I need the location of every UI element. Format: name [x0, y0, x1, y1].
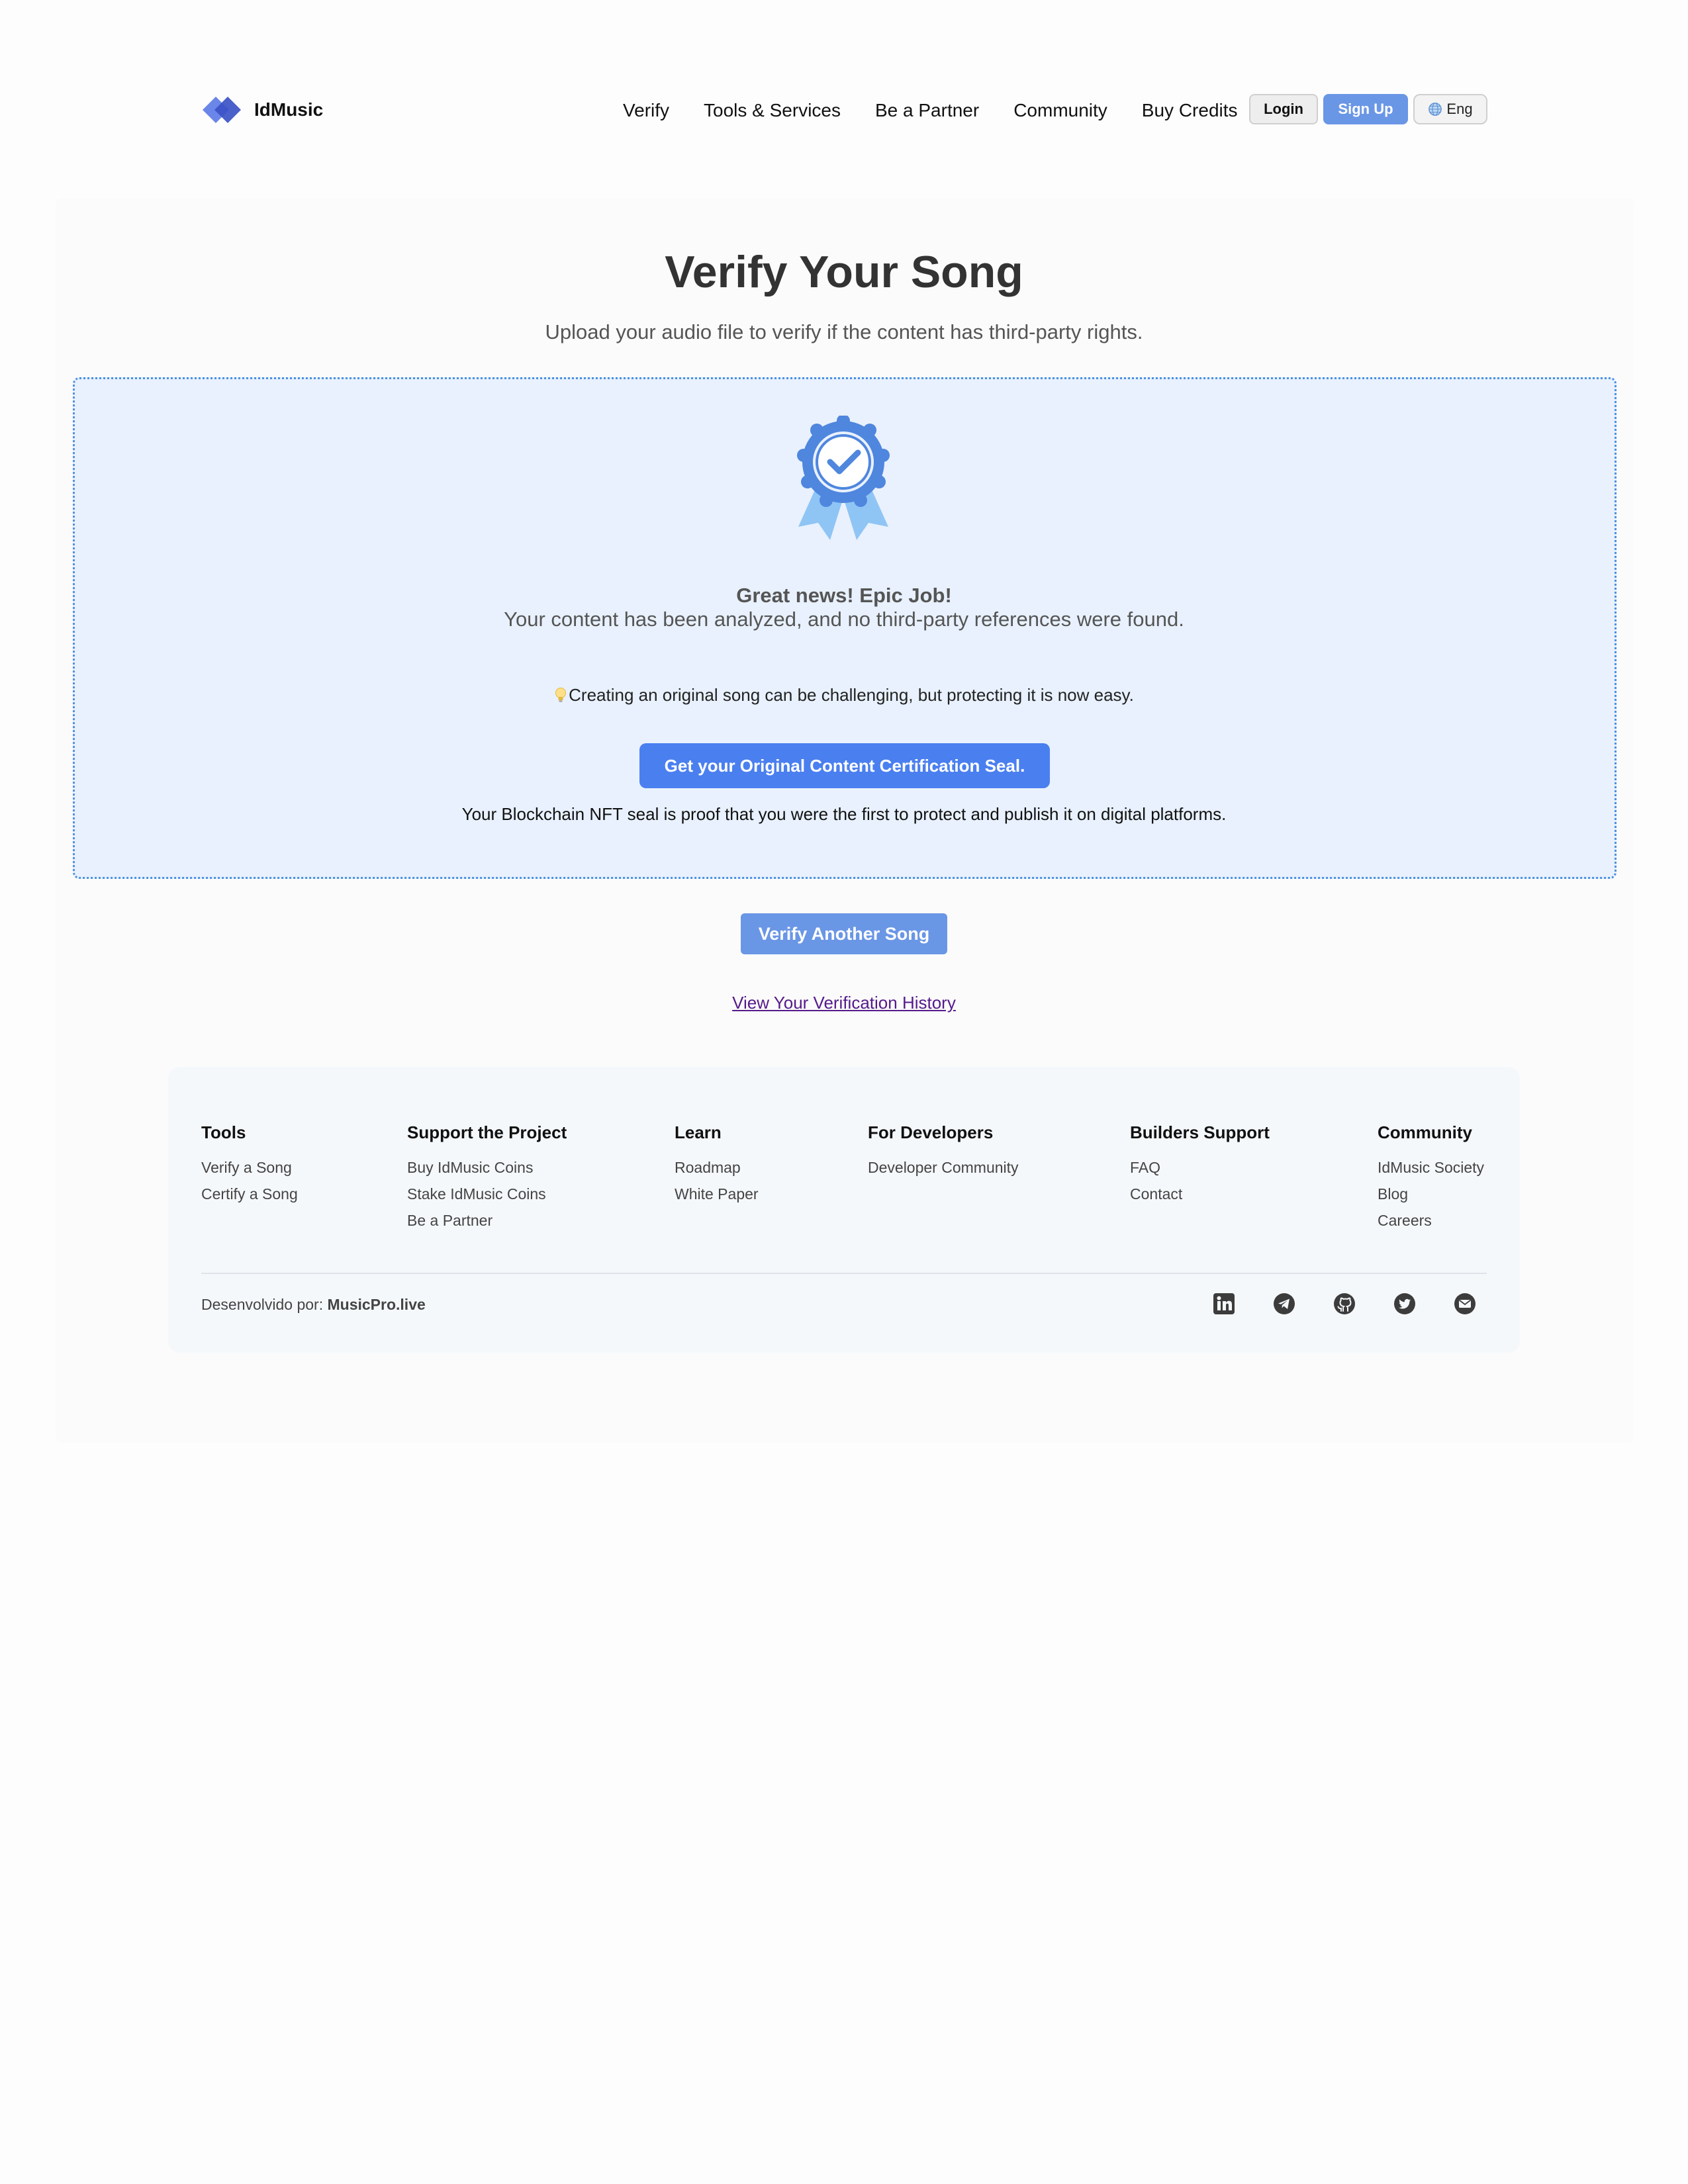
footer-link-contact[interactable]: Contact [1130, 1184, 1270, 1210]
brand-logo[interactable]: IdMusic [201, 93, 323, 127]
logo-icon [203, 97, 241, 123]
footer-column-learn: Learn Roadmap White Paper [675, 1122, 759, 1210]
credits-prefix: Desenvolvido por: [201, 1296, 324, 1313]
verify-another-song-button[interactable]: Verify Another Song [741, 913, 947, 954]
nft-seal-note: Your Blockchain NFT seal is proof that y… [461, 804, 1227, 824]
language-selector[interactable]: Eng [1413, 94, 1487, 124]
footer-column-developers: For Developers Developer Community [868, 1122, 1019, 1184]
tip-text: Creating an original song can be challen… [569, 685, 1134, 705]
result-message: Your content has been analyzed, and no t… [504, 608, 1184, 631]
footer-link-buy-coins[interactable]: Buy IdMusic Coins [407, 1158, 567, 1184]
email-icon[interactable] [1453, 1292, 1477, 1316]
footer-link-faq[interactable]: FAQ [1130, 1158, 1270, 1184]
signup-button[interactable]: Sign Up [1323, 94, 1408, 124]
footer-link-stake-coins[interactable]: Stake IdMusic Coins [407, 1184, 567, 1210]
globe-icon [1429, 103, 1442, 116]
footer-link-certify-a-song[interactable]: Certify a Song [201, 1184, 298, 1210]
page-title: Verify Your Song [665, 247, 1023, 297]
footer-link-verify-a-song[interactable]: Verify a Song [201, 1158, 298, 1184]
award-badge-icon [797, 416, 890, 540]
footer-column-community: Community IdMusic Society Blog Careers [1378, 1122, 1484, 1237]
footer-column-title: Tools [201, 1122, 246, 1142]
linkedin-icon[interactable] [1212, 1292, 1236, 1316]
twitter-icon[interactable] [1393, 1292, 1417, 1316]
lightbulb-icon [555, 687, 567, 702]
footer-divider [201, 1273, 1487, 1274]
footer-link-white-paper[interactable]: White Paper [675, 1184, 759, 1210]
credits-brand-link[interactable]: MusicPro.live [328, 1296, 426, 1313]
footer-link-roadmap[interactable]: Roadmap [675, 1158, 759, 1184]
footer-column-title: Builders Support [1130, 1122, 1270, 1142]
footer-column-builders-support: Builders Support FAQ Contact [1130, 1122, 1270, 1210]
auth-controls: Login Sign Up Eng [1249, 94, 1487, 124]
footer-link-be-a-partner[interactable]: Be a Partner [407, 1210, 567, 1237]
footer-link-blog[interactable]: Blog [1378, 1184, 1484, 1210]
telegram-icon[interactable] [1272, 1292, 1296, 1316]
site-header: IdMusic Verify Tools & Services Be a Par… [0, 0, 1688, 218]
result-heading: Great news! Epic Job! [736, 584, 952, 607]
tip-line: Creating an original song can be challen… [0, 685, 1688, 705]
footer-column-title: Learn [675, 1122, 722, 1142]
social-links [1212, 1291, 1477, 1317]
footer-column-title: Community [1378, 1122, 1472, 1142]
nav-tools-services[interactable]: Tools & Services [704, 100, 841, 121]
footer-link-careers[interactable]: Careers [1378, 1210, 1484, 1237]
footer-column-title: Support the Project [407, 1122, 567, 1142]
brand-name: IdMusic [254, 99, 324, 120]
nav-be-a-partner[interactable]: Be a Partner [875, 100, 979, 121]
main-nav: Verify Tools & Services Be a Partner Com… [623, 96, 1238, 125]
footer-column-support: Support the Project Buy IdMusic Coins St… [407, 1122, 567, 1237]
language-label: Eng [1446, 101, 1473, 117]
nav-verify[interactable]: Verify [623, 100, 669, 121]
github-icon[interactable] [1333, 1292, 1356, 1316]
verification-history-link[interactable]: View Your Verification History [0, 993, 1688, 1013]
page-subtitle: Upload your audio file to verify if the … [545, 320, 1143, 343]
login-button[interactable]: Login [1249, 94, 1318, 124]
footer-column-title: For Developers [868, 1122, 994, 1142]
footer-link-idmusic-society[interactable]: IdMusic Society [1378, 1158, 1484, 1184]
footer-column-tools: Tools Verify a Song Certify a Song [201, 1122, 298, 1210]
get-certification-seal-button[interactable]: Get your Original Content Certification … [639, 743, 1050, 788]
footer-link-developer-community[interactable]: Developer Community [868, 1158, 1019, 1184]
footer-credits: Desenvolvido por: MusicPro.live [201, 1296, 426, 1314]
nav-community[interactable]: Community [1013, 100, 1107, 121]
nav-buy-credits[interactable]: Buy Credits [1142, 100, 1238, 121]
